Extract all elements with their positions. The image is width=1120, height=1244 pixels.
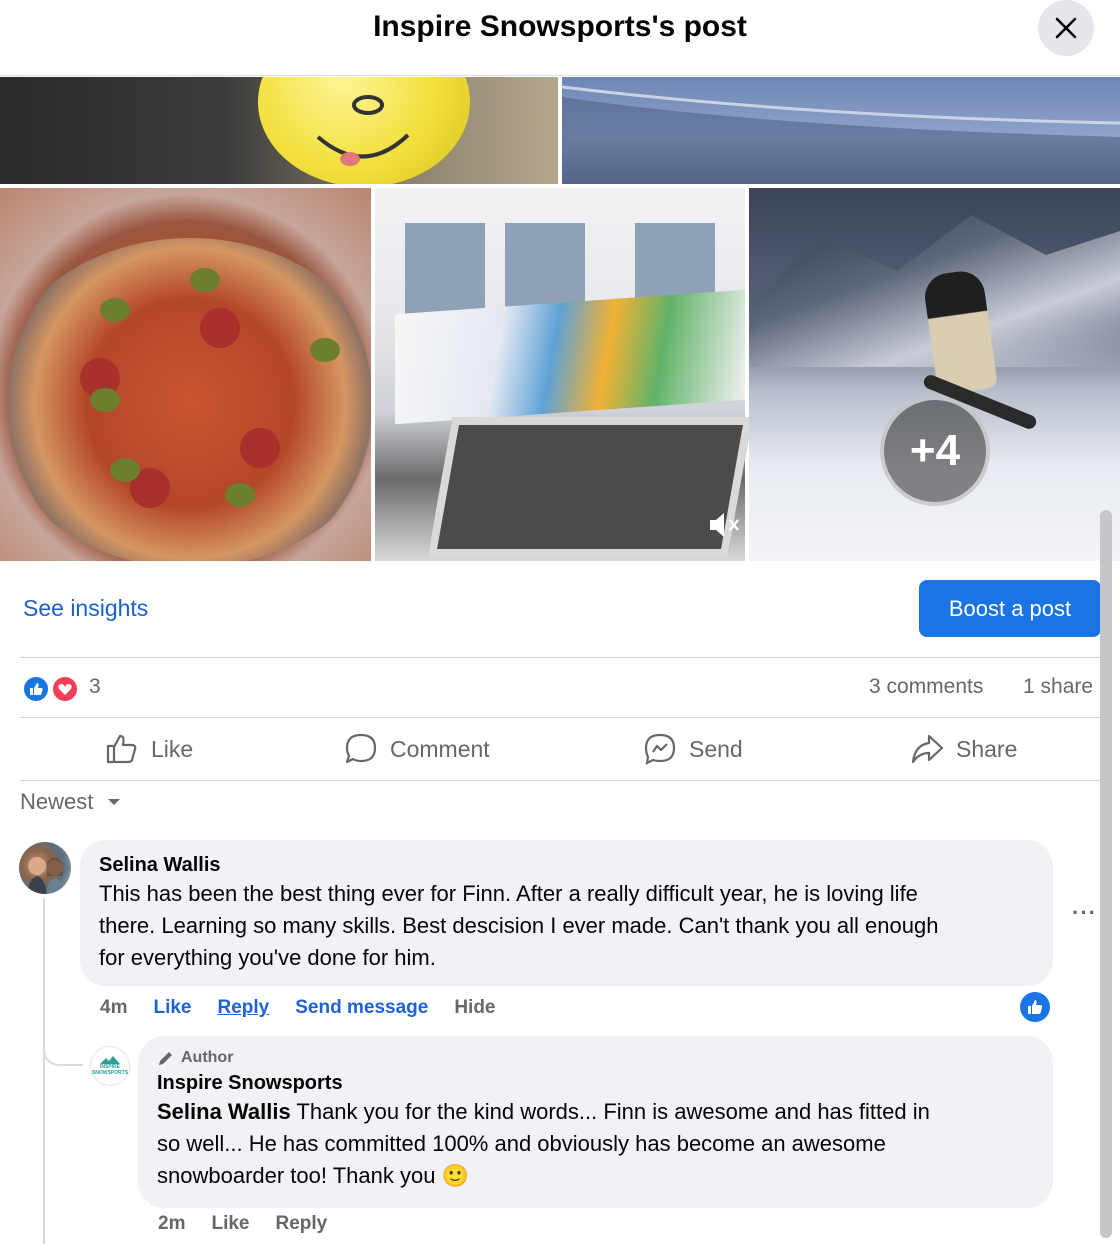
reply-bubble: Author Inspire Snowsports Selina Wallis …: [138, 1036, 1053, 1208]
author-badge: Author: [157, 1046, 1034, 1070]
post-title: Inspire Snowsports's post: [373, 10, 747, 43]
page-avatar[interactable]: INSPIRE SNOWSPORTS: [90, 1046, 130, 1086]
reply-text-line: snowboarder too! Thank you 🙂: [157, 1163, 469, 1188]
reaction-count[interactable]: 3: [89, 675, 101, 699]
comment-action-button[interactable]: Comment: [344, 730, 490, 768]
thumbs-up-icon: [106, 734, 137, 764]
media-grid: +4: [0, 77, 1120, 561]
reply-text-line: so well... He has committed 100% and obv…: [157, 1131, 886, 1156]
boost-post-button[interactable]: Boost a post: [919, 580, 1101, 637]
mountain-logo-icon: [100, 1056, 120, 1064]
reply-text-line: Selina Wallis Thank you for the kind wor…: [157, 1099, 930, 1124]
like-label: Like: [151, 735, 194, 762]
pizza-image: [0, 238, 371, 561]
hide-comment-link[interactable]: Hide: [454, 997, 495, 1019]
love-reaction-icon: [51, 675, 79, 703]
messenger-icon: [644, 733, 676, 765]
more-media-overlay[interactable]: +4: [880, 396, 990, 506]
thread-connector: [43, 1028, 83, 1066]
divider: [20, 780, 1100, 781]
reaction-icons[interactable]: [22, 675, 82, 703]
scrollbar[interactable]: [1100, 510, 1112, 1238]
comments-count[interactable]: 3 comments: [869, 675, 983, 699]
like-icon: [1028, 1000, 1043, 1014]
like-action-button[interactable]: Like: [105, 730, 193, 768]
shares-count[interactable]: 1 share: [1023, 675, 1093, 699]
logo-text: INSPIRE SNOWSPORTS: [91, 1064, 129, 1076]
like-reaction-icon: [22, 675, 50, 703]
share-label: Share: [956, 735, 1018, 762]
pizza-photo[interactable]: [0, 188, 371, 561]
mute-icon[interactable]: [706, 509, 746, 541]
comment-text-line: there. Learning so many skills. Best des…: [99, 913, 939, 938]
close-button[interactable]: [1038, 0, 1094, 56]
comment-meta: 4m Like Reply Send message Hide: [100, 997, 522, 1019]
share-action-button[interactable]: Share: [910, 730, 1017, 768]
reply-meta: 2m Like Reply: [158, 1213, 353, 1235]
mention-link[interactable]: Selina Wallis: [157, 1099, 291, 1124]
trampoline-image: [427, 417, 753, 557]
author-badge-label: Author: [181, 1049, 234, 1066]
comment-bubble: Selina Wallis This has been the best thi…: [80, 840, 1053, 986]
comment-reply-link[interactable]: Reply: [218, 997, 270, 1019]
comment-time[interactable]: 4m: [100, 997, 127, 1019]
reply-like-link[interactable]: Like: [211, 1213, 249, 1235]
sky-wing-photo[interactable]: [562, 77, 1120, 184]
comment-text-line: This has been the best thing ever for Fi…: [99, 881, 918, 906]
send-message-link[interactable]: Send message: [295, 997, 428, 1019]
reply-author[interactable]: Inspire Snowsports: [157, 1070, 1034, 1096]
comment-text-line: for everything you've done for him.: [99, 945, 436, 970]
pencil-icon: [159, 1052, 172, 1065]
comment-icon: [345, 733, 377, 764]
comment-like-badge[interactable]: [1020, 992, 1050, 1022]
comment-label: Comment: [390, 735, 490, 762]
comment-more-options[interactable]: ···: [1072, 900, 1097, 926]
smile-emoji-icon: 🙂: [441, 1163, 469, 1188]
balloon-image: [258, 77, 470, 184]
dialog-header: Inspire Snowsports's post: [0, 0, 1120, 76]
comment-sort-dropdown[interactable]: Newest: [20, 789, 121, 815]
comment-author[interactable]: Selina Wallis: [99, 852, 1034, 878]
send-label: Send: [689, 735, 743, 762]
caret-down-icon: [108, 799, 121, 805]
wing-shape: [562, 85, 1120, 184]
thread-line: [43, 898, 45, 1244]
divider: [20, 657, 1100, 658]
share-icon: [911, 734, 944, 764]
reply-time[interactable]: 2m: [158, 1213, 185, 1235]
send-action-button[interactable]: Send: [643, 730, 743, 768]
comment-like-link[interactable]: Like: [153, 997, 191, 1019]
divider: [20, 717, 1100, 718]
balloon-photo[interactable]: [0, 77, 558, 184]
avatar[interactable]: [19, 842, 71, 894]
close-icon: [1055, 17, 1077, 39]
see-insights-link[interactable]: See insights: [23, 595, 148, 622]
sort-label: Newest: [20, 789, 94, 814]
more-media-count: +4: [909, 426, 961, 475]
reply-reply-link[interactable]: Reply: [276, 1213, 328, 1235]
